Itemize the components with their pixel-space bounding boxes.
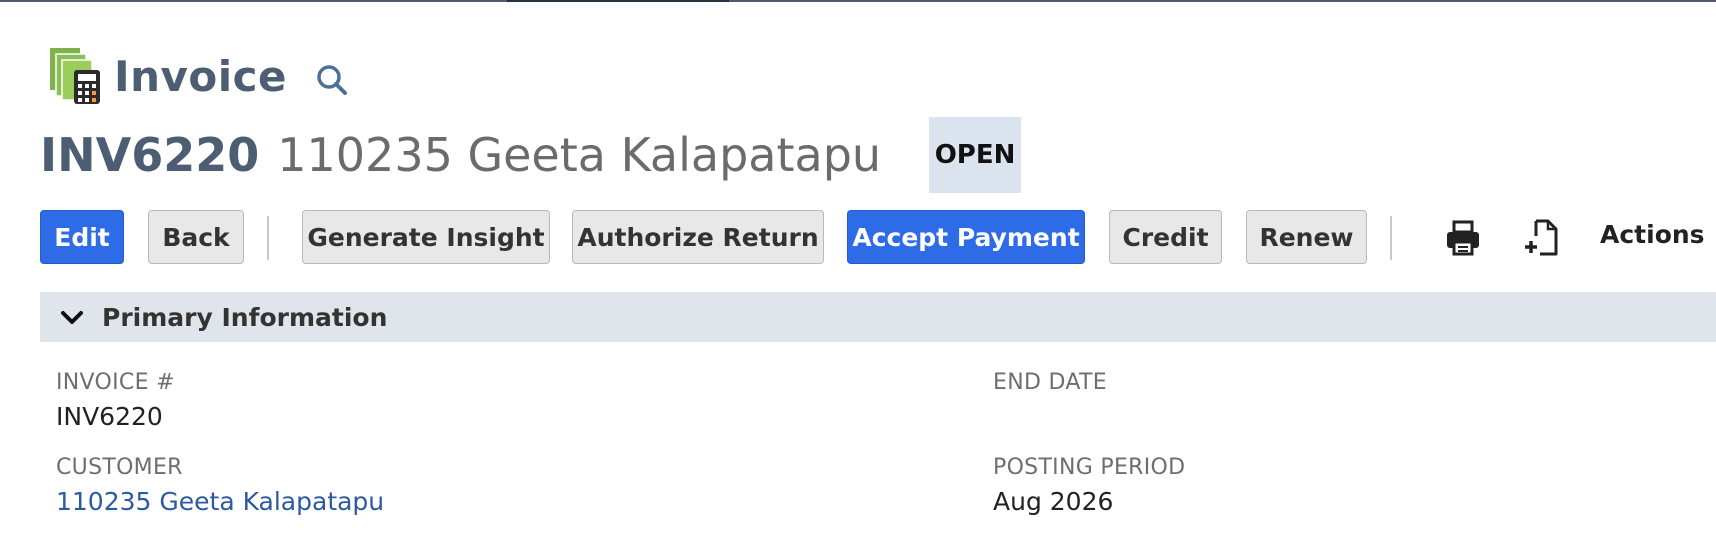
status-badge: OPEN — [929, 117, 1022, 193]
posting-period-value: Aug 2026 — [993, 487, 1114, 516]
toolbar-divider — [1390, 216, 1392, 260]
customer-link[interactable]: 110235 Geeta Kalapatapu — [56, 487, 384, 516]
toolbar-divider — [267, 216, 269, 260]
invoice-calculator-icon — [48, 46, 102, 106]
record-header: Invoice — [48, 46, 349, 106]
section-title: Primary Information — [102, 302, 388, 332]
actions-menu[interactable]: Actions — [1600, 220, 1705, 249]
top-accent-segment — [507, 0, 729, 2]
credit-button[interactable]: Credit — [1109, 210, 1222, 264]
edit-button[interactable]: Edit — [40, 210, 124, 264]
transaction-id: INV6220 — [40, 128, 260, 182]
end-date-label: END DATE — [993, 370, 1107, 395]
record-toolbar: Edit Back Generate Insight Authorize Ret… — [40, 210, 1716, 266]
print-icon[interactable] — [1443, 218, 1483, 258]
accept-payment-button[interactable]: Accept Payment — [847, 210, 1085, 264]
transaction-entity: 110235 Geeta Kalapatapu — [277, 128, 882, 182]
top-accent-line — [0, 0, 1716, 2]
generate-insight-button[interactable]: Generate Insight — [302, 210, 550, 264]
search-icon[interactable] — [315, 63, 349, 97]
new-document-icon[interactable] — [1522, 218, 1562, 258]
posting-period-label: POSTING PERIOD — [993, 455, 1186, 480]
renew-button[interactable]: Renew — [1246, 210, 1367, 264]
customer-label: CUSTOMER — [56, 455, 183, 480]
authorize-return-button[interactable]: Authorize Return — [572, 210, 824, 264]
back-button[interactable]: Back — [148, 210, 244, 264]
invoice-number-value: INV6220 — [56, 402, 163, 431]
chevron-down-icon — [58, 303, 86, 331]
transaction-title-row: INV6220 110235 Geeta Kalapatapu OPEN — [40, 116, 1022, 194]
primary-information-section-header[interactable]: Primary Information — [40, 292, 1716, 342]
record-type-title: Invoice — [114, 51, 288, 101]
invoice-number-label: INVOICE # — [56, 370, 175, 395]
